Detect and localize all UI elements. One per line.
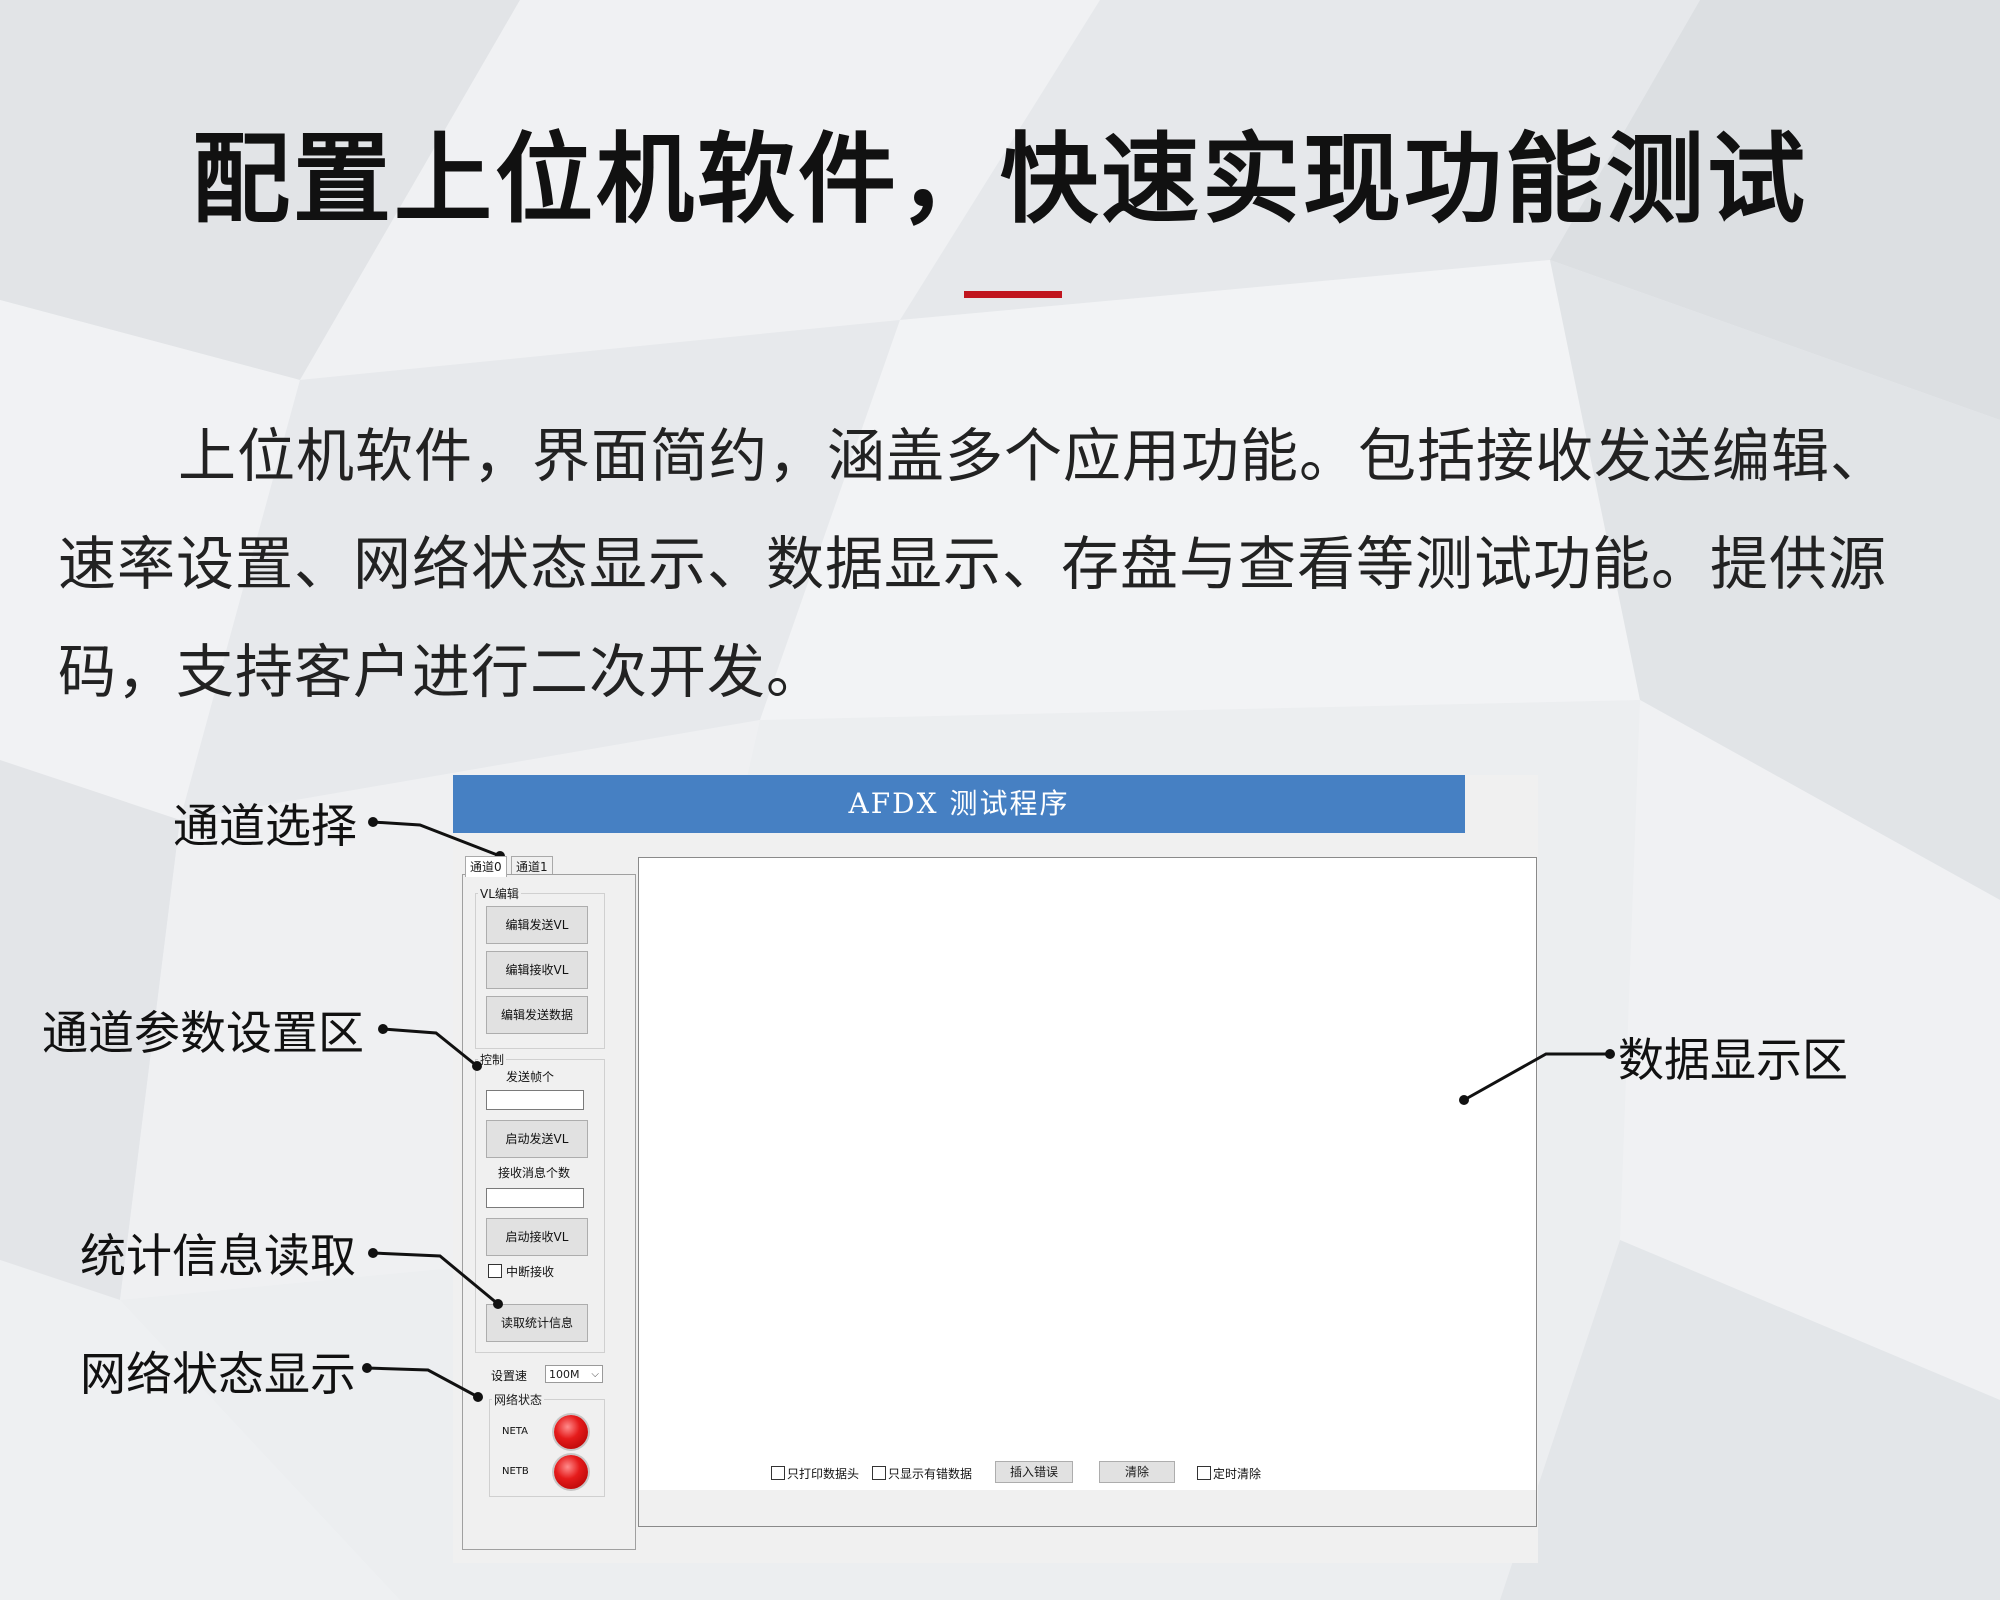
timed-clear-label: 定时清除 (1213, 1467, 1262, 1481)
show-error-only-label: 只显示有错数据 (888, 1467, 973, 1481)
chevron-down-icon: ⌵ (591, 1369, 599, 1380)
neta-label: NETA (502, 1426, 528, 1437)
data-display-area[interactable]: 只打印数据头 只显示有错数据 插入错误 清除 定时清除 (638, 857, 1537, 1492)
net-status-group: 网络状态 NETA NETB (489, 1391, 605, 1497)
callout-channel-params: 通道参数设置区 (42, 1006, 364, 1060)
control-group-label: 控制 (478, 1051, 507, 1068)
app-title-bar: AFDX 测试程序 (453, 775, 1465, 833)
callout-stats-read: 统计信息读取 (80, 1229, 356, 1283)
print-header-only-label: 只打印数据头 (787, 1467, 860, 1481)
recv-count-input[interactable] (486, 1188, 584, 1208)
callout-data-area: 数据显示区 (1618, 1033, 1848, 1087)
recv-count-label: 接收消息个数 (498, 1166, 571, 1180)
edit-send-vl-button[interactable]: 编辑发送VL (486, 906, 588, 944)
speed-select-value: 100M (549, 1368, 580, 1381)
read-stats-button[interactable]: 读取统计信息 (486, 1304, 588, 1342)
speed-select[interactable]: 100M ⌵ (545, 1365, 603, 1383)
speed-label: 设置速 (491, 1369, 528, 1383)
insert-error-button[interactable]: 插入错误 (995, 1461, 1073, 1483)
callout-channel-select: 通道选择 (173, 799, 357, 853)
intro-paragraph: 上位机软件，界面简约，涵盖多个应用功能。包括接收发送编辑、 速率设置、网络状态显… (58, 402, 1938, 726)
send-frames-input[interactable] (486, 1090, 584, 1110)
netb-label: NETB (502, 1466, 529, 1477)
control-group: 控制 发送帧个 启动发送VL 接收消息个数 启动接收VL 中断接收 读取统计信息 (475, 1051, 605, 1353)
netb-status-led (554, 1455, 588, 1489)
timed-clear-checkbox[interactable] (1197, 1466, 1211, 1480)
paragraph-line-1: 上位机软件，界面简约，涵盖多个应用功能。包括接收发送编辑、 (178, 422, 1890, 490)
paragraph-line-2: 速率设置、网络状态显示、数据显示、存盘与查看等测试功能。提供源 (58, 530, 1888, 598)
send-frames-label: 发送帧个 (506, 1070, 555, 1084)
app-window: AFDX 测试程序 通道0 通道1 VL编辑 编辑发送VL 编辑接收VL 编辑发… (453, 775, 1538, 1563)
paragraph-line-3: 码，支持客户进行二次开发。 (58, 638, 826, 706)
interrupt-recv-label: 中断接收 (506, 1265, 555, 1279)
tab-channel-0[interactable]: 通道0 (465, 856, 507, 877)
callout-net-status: 网络状态显示 (80, 1347, 356, 1401)
vl-edit-group: VL编辑 编辑发送VL 编辑接收VL 编辑发送数据 (475, 885, 605, 1049)
print-header-only-checkbox[interactable] (771, 1466, 785, 1480)
page-title: 配置上位机软件，快速实现功能测试 (191, 123, 1808, 237)
start-send-vl-button[interactable]: 启动发送VL (486, 1120, 588, 1158)
vl-edit-group-label: VL编辑 (478, 885, 521, 902)
edit-recv-vl-button[interactable]: 编辑接收VL (486, 951, 588, 989)
neta-status-led (554, 1415, 588, 1449)
clear-button[interactable]: 清除 (1099, 1461, 1175, 1483)
interrupt-recv-checkbox[interactable] (488, 1264, 502, 1278)
status-bar (638, 1490, 1537, 1527)
show-error-only-checkbox[interactable] (872, 1466, 886, 1480)
channel-param-panel: VL编辑 编辑发送VL 编辑接收VL 编辑发送数据 控制 发送帧个 启动发送VL… (462, 874, 636, 1550)
title-underline (964, 291, 1062, 298)
net-status-group-label: 网络状态 (492, 1391, 545, 1408)
start-recv-vl-button[interactable]: 启动接收VL (486, 1218, 588, 1256)
edit-send-data-button[interactable]: 编辑发送数据 (486, 996, 588, 1034)
